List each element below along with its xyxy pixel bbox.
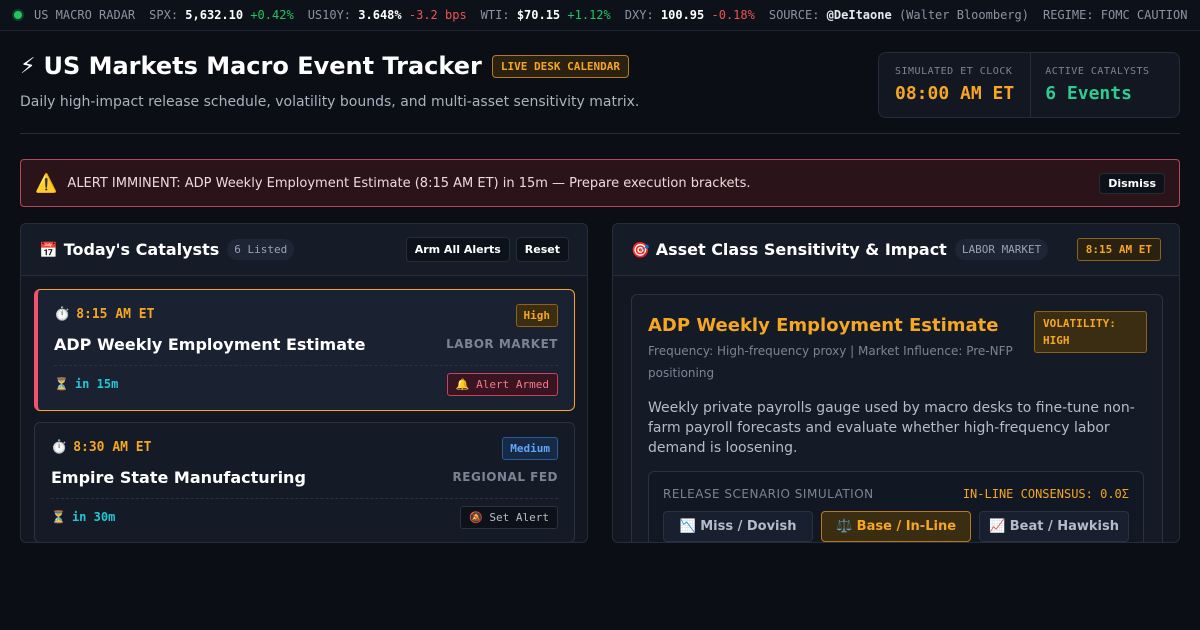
event-description: Weekly private payrolls gauge used by ma…	[648, 400, 1135, 456]
arm-all-alerts-button[interactable]: Arm All Alerts	[405, 237, 510, 262]
event-countdown: ⏳ in 15m	[54, 377, 119, 391]
card-divider	[54, 365, 558, 366]
alert-armed-button[interactable]: 🔔 Alert Armed	[446, 373, 558, 396]
alert-message: ALERT IMMINENT: ADP Weekly Employment Es…	[67, 175, 751, 191]
event-card[interactable]: ⏱️ 8:30 AM ET Medium Empire State Manufac…	[34, 422, 575, 542]
catalysts-title: Today's Catalysts	[63, 240, 220, 259]
event-category: LABOR MARKET	[446, 337, 558, 351]
sensitivity-panel: 🎯 Asset Class Sensitivity & Impact LABOR…	[612, 223, 1180, 543]
event-countdown: ⏳ in 30m	[51, 510, 116, 524]
page-header: ⚡ US Markets Macro Event Tracker LIVE DE…	[20, 52, 1180, 134]
market-ticker: US MACRO RADAR SPX: 5,632.10 +0.42% US10…	[0, 0, 1200, 31]
event-time: ⏱️ 8:30 AM ET	[51, 440, 152, 455]
catalysts-panel: 📅 Today's Catalysts 6 Listed Arm All Ale…	[20, 223, 588, 543]
severity-badge: High	[515, 304, 558, 327]
hourglass-icon: ⏳	[54, 377, 69, 391]
ticker-title: US MACRO RADAR	[34, 8, 136, 22]
sensitivity-title: Asset Class Sensitivity & Impact	[655, 240, 947, 259]
scenario-beat-button[interactable]: 📈 Beat / Hawkish	[979, 511, 1129, 542]
event-time: ⏱️ 8:15 AM ET	[54, 307, 155, 322]
live-calendar-badge: LIVE DESK CALENDAR	[491, 54, 630, 78]
event-time-badge: 8:15 AM ET	[1076, 238, 1161, 261]
lightning-icon: ⚡	[20, 53, 36, 79]
scenario-miss-button[interactable]: 📉 Miss / Dovish	[663, 511, 813, 542]
ticker-regime: REGIME: FOMC CAUTION	[1042, 8, 1188, 22]
event-card[interactable]: ⏱️ 8:15 AM ET High ADP Weekly Employment …	[34, 289, 575, 411]
dismiss-button[interactable]: Dismiss	[1099, 173, 1165, 194]
reset-button[interactable]: Reset	[515, 237, 569, 262]
sensitivity-panel-header: 🎯 Asset Class Sensitivity & Impact LABOR…	[613, 224, 1179, 276]
target-icon: 🎯	[631, 240, 650, 259]
ticker-wti: WTI: $70.15 +1.12%	[480, 8, 611, 22]
clock-panel: SIMULATED ET CLOCK 08:00 AM ET ACTIVE CA…	[878, 52, 1180, 118]
catalysts-label: ACTIVE CATALYSTS	[1045, 66, 1150, 77]
ticker-us10y: US10Y: 3.648% -3.2 bps	[307, 8, 467, 22]
clock-value: 08:00 AM ET	[895, 83, 1015, 104]
catalysts-count-badge: 6 Listed	[227, 239, 295, 260]
clock-label: SIMULATED ET CLOCK	[895, 66, 1013, 77]
set-alert-button[interactable]: 🔕 Set Alert	[460, 506, 558, 529]
ticker-spx: SPX: 5,632.10 +0.42%	[149, 8, 294, 22]
imminent-alert-banner: ⚠️ ALERT IMMINENT: ADP Weekly Employment…	[20, 159, 1180, 207]
page-title: US Markets Macro Event Tracker	[43, 52, 482, 80]
catalysts-panel-header: 📅 Today's Catalysts 6 Listed Arm All Ale…	[21, 224, 587, 276]
event-name: Empire State Manufacturing	[51, 468, 306, 487]
ticker-source: SOURCE: @DeItaone (Walter Bloomberg)	[768, 8, 1029, 22]
event-meta: Frequency: High-frequency proxy | Market…	[648, 344, 1013, 380]
consensus-readout: IN-LINE CONSENSUS: 0.0Σ	[962, 487, 1129, 501]
warning-icon: ⚠️	[35, 172, 58, 194]
catalysts-value: 6 Events	[1045, 83, 1132, 104]
detail-event-title: ADP Weekly Employment Estimate	[648, 315, 999, 336]
event-category: REGIONAL FED	[452, 470, 558, 484]
simulation-label: RELEASE SCENARIO SIMULATION	[663, 487, 874, 501]
event-name: ADP Weekly Employment Estimate	[54, 335, 366, 354]
card-divider	[51, 498, 558, 499]
calendar-icon: 📅	[39, 240, 58, 259]
scenario-simulation: RELEASE SCENARIO SIMULATION IN-LINE CONS…	[648, 471, 1144, 542]
event-detail-card: ADP Weekly Employment Estimate VOLATILIT…	[631, 294, 1163, 542]
category-badge: LABOR MARKET	[954, 239, 1049, 260]
stopwatch-icon: ⏱️	[51, 440, 68, 455]
volatility-badge: VOLATILITY: HIGH	[1034, 311, 1147, 353]
scenario-base-button[interactable]: ⚖️ Base / In-Line	[821, 511, 971, 542]
stopwatch-icon: ⏱️	[54, 307, 71, 322]
severity-badge: Medium	[502, 437, 558, 460]
live-status-dot	[14, 11, 22, 19]
hourglass-icon: ⏳	[51, 510, 66, 524]
ticker-dxy: DXY: 100.95 -0.18%	[624, 8, 755, 22]
